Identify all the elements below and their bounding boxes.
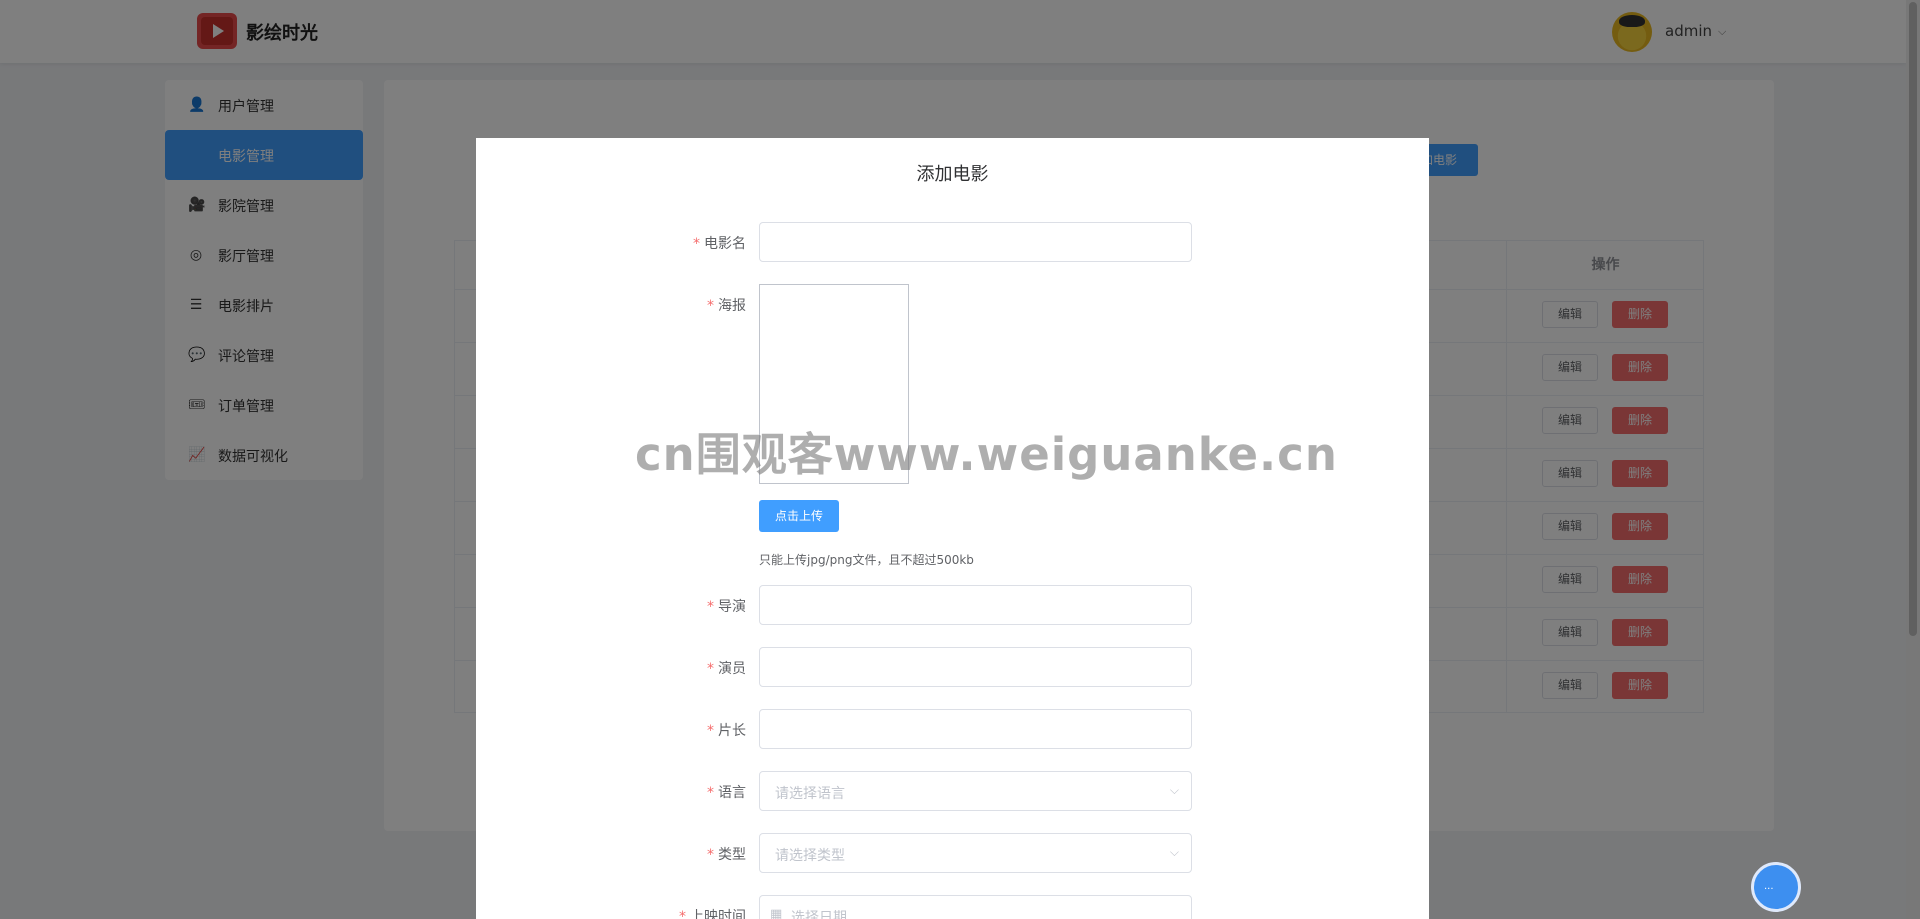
watermark-text: cn围观客www.weiguanke.cn (635, 428, 1338, 481)
movie-name-label: * 电影名 (693, 236, 746, 252)
chevron-down-icon: ⌵ (1169, 845, 1179, 859)
release-date-placeholder: 选择日期 (791, 910, 847, 919)
language-label: * 语言 (707, 785, 746, 801)
upload-poster-button[interactable]: 点击上传 (759, 500, 839, 532)
genre-label: * 类型 (707, 847, 746, 863)
director-label: * 导演 (707, 599, 746, 615)
genre-placeholder: 请选择类型 (775, 848, 845, 864)
release-date-picker[interactable]: ▦ 选择日期 (759, 895, 1192, 919)
add-movie-dialog: 添加电影 * 电影名 * 海报 点击上传 只能上传jpg/png文件，且不超过500… (476, 138, 1429, 919)
director-input[interactable] (759, 585, 1192, 625)
chevron-down-icon: ⌵ (1169, 783, 1179, 797)
duration-input[interactable] (759, 709, 1192, 749)
language-select[interactable]: 请选择语言 ⌵ (759, 771, 1192, 811)
poster-label: * 海报 (707, 298, 746, 314)
calendar-icon: ▦ (770, 907, 783, 919)
duration-label: * 片长 (707, 723, 746, 739)
genre-select[interactable]: 请选择类型 ⌵ (759, 833, 1192, 873)
dialog-title: 添加电影 (916, 164, 989, 185)
movie-name-input[interactable] (759, 222, 1192, 262)
language-placeholder: 请选择语言 (775, 786, 845, 802)
release-date-label: * 上映时间 (679, 909, 746, 919)
actors-label: * 演员 (707, 661, 746, 677)
floating-assistant-button[interactable]: ··· (1751, 862, 1801, 912)
upload-tip: 只能上传jpg/png文件，且不超过500kb (759, 553, 974, 567)
dots-icon: ··· (1764, 884, 1774, 895)
actors-input[interactable] (759, 647, 1192, 687)
